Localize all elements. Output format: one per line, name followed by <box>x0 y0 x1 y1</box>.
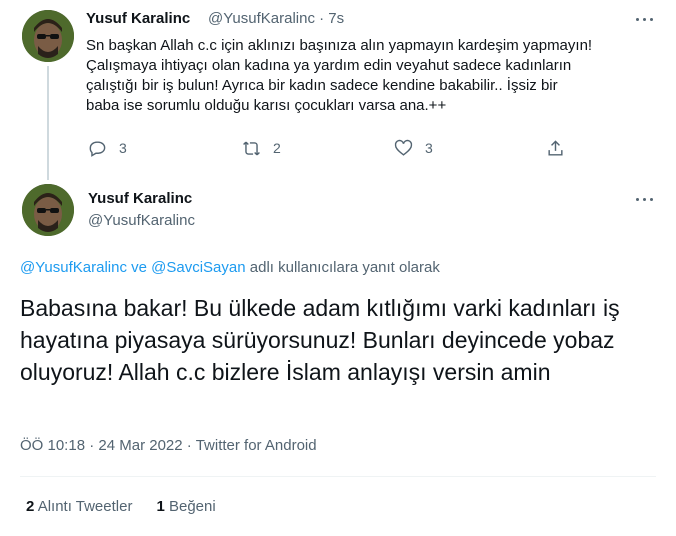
author-handle[interactable]: @YusufKaralinc <box>208 10 315 27</box>
engagement-stats: 2 Alıntı Tweetler 1 Beğeni <box>26 498 216 515</box>
tweet-meta: ÖÖ 10:18 · 24 Mar 2022 · Twitter for And… <box>20 437 317 454</box>
avatar[interactable] <box>22 184 74 236</box>
quote-tweets-label: Alıntı Tweetler <box>37 498 133 515</box>
retweet-icon <box>243 141 260 155</box>
author-name[interactable]: Yusuf Karalinc <box>86 10 190 27</box>
more-icon[interactable] <box>635 189 655 209</box>
separator: · <box>89 437 95 454</box>
more-icon[interactable] <box>635 9 655 29</box>
reply-icon <box>89 140 106 157</box>
thread-line <box>47 66 49 180</box>
reply-button[interactable]: 3 <box>88 138 127 158</box>
reply-to-user[interactable]: @SavciSayan <box>151 259 245 276</box>
likes-count: 1 <box>156 498 165 515</box>
author-handle[interactable]: @YusufKaralinc <box>88 212 195 229</box>
tweet-text: Babasına bakar! Bu ülkede adam kıtlığımı… <box>20 295 620 385</box>
retweet-count: 2 <box>273 140 281 156</box>
share-icon <box>548 139 563 156</box>
likes-label: Beğeni <box>168 498 216 515</box>
avatar[interactable] <box>22 10 74 62</box>
quote-tweets-count: 2 <box>26 498 35 515</box>
quote-tweets-link[interactable]: 2 Alıntı Tweetler <box>26 498 132 515</box>
like-icon <box>394 139 413 156</box>
tweet-time[interactable]: ÖÖ 10:18 <box>20 437 85 454</box>
reply-to-user[interactable]: @YusufKaralinc <box>20 259 127 276</box>
like-count: 3 <box>425 140 433 156</box>
author-name[interactable]: Yusuf Karalinc <box>88 190 192 207</box>
tweet-time[interactable]: 7s <box>328 10 344 27</box>
tweet-text: Sn başkan Allah c.c için aklınızı başını… <box>86 37 593 114</box>
likes-link[interactable]: 1 Beğeni <box>156 498 215 515</box>
tweet-source[interactable]: Twitter for Android <box>196 437 317 454</box>
retweet-button[interactable]: 2 <box>242 138 281 158</box>
reply-count: 3 <box>119 140 127 156</box>
tweet-date[interactable]: 24 Mar 2022 <box>98 437 182 454</box>
separator: · <box>186 437 192 454</box>
reply-to-and: ve <box>131 259 147 276</box>
reply-context: @YusufKaralinc ve @SavciSayan adlı kulla… <box>20 259 440 276</box>
reply-to-suffix: adlı kullanıcılara yanıt olarak <box>249 259 440 276</box>
divider <box>20 476 656 477</box>
author-handle-time: @YusufKaralinc · 7s <box>208 10 344 27</box>
separator: · <box>319 10 325 27</box>
like-button[interactable]: 3 <box>394 138 433 158</box>
share-button[interactable] <box>546 138 565 158</box>
